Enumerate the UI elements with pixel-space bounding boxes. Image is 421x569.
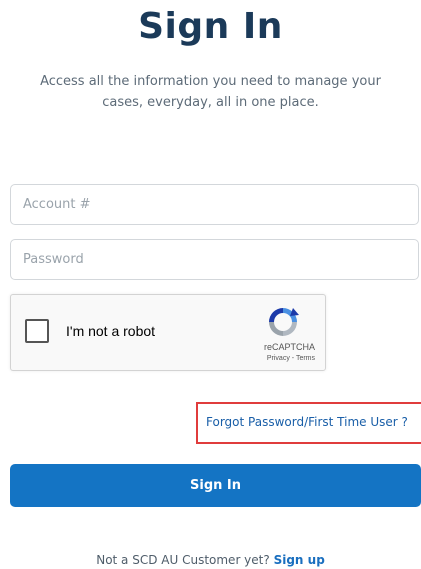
password-input[interactable] bbox=[10, 239, 419, 280]
recaptcha-widget: I'm not a robot reCAPTCHA Privacy - Term… bbox=[10, 294, 326, 371]
page-title: Sign In bbox=[138, 6, 283, 47]
page-subtitle: Access all the information you need to m… bbox=[40, 74, 381, 110]
signup-prompt: Not a SCD AU Customer yet? Sign up bbox=[0, 553, 421, 567]
recaptcha-logo-icon bbox=[269, 308, 299, 336]
recaptcha-checkbox[interactable] bbox=[25, 319, 49, 343]
recaptcha-terms-link[interactable]: Terms bbox=[296, 355, 315, 362]
recaptcha-label: I'm not a robot bbox=[66, 323, 156, 339]
recaptcha-privacy-link[interactable]: Privacy bbox=[267, 355, 290, 362]
recaptcha-links: Privacy - Terms bbox=[235, 355, 315, 362]
forgot-password-link[interactable]: Forgot Password/First Time User ? bbox=[206, 415, 408, 429]
sign-in-button[interactable]: Sign In bbox=[10, 464, 421, 507]
account-number-input[interactable] bbox=[10, 184, 419, 225]
sign-up-link[interactable]: Sign up bbox=[274, 553, 325, 567]
forgot-password-highlight: Forgot Password/First Time User ? bbox=[196, 402, 421, 444]
recaptcha-brand: reCAPTCHA bbox=[263, 342, 315, 352]
signup-prompt-text: Not a SCD AU Customer yet? bbox=[96, 553, 270, 567]
